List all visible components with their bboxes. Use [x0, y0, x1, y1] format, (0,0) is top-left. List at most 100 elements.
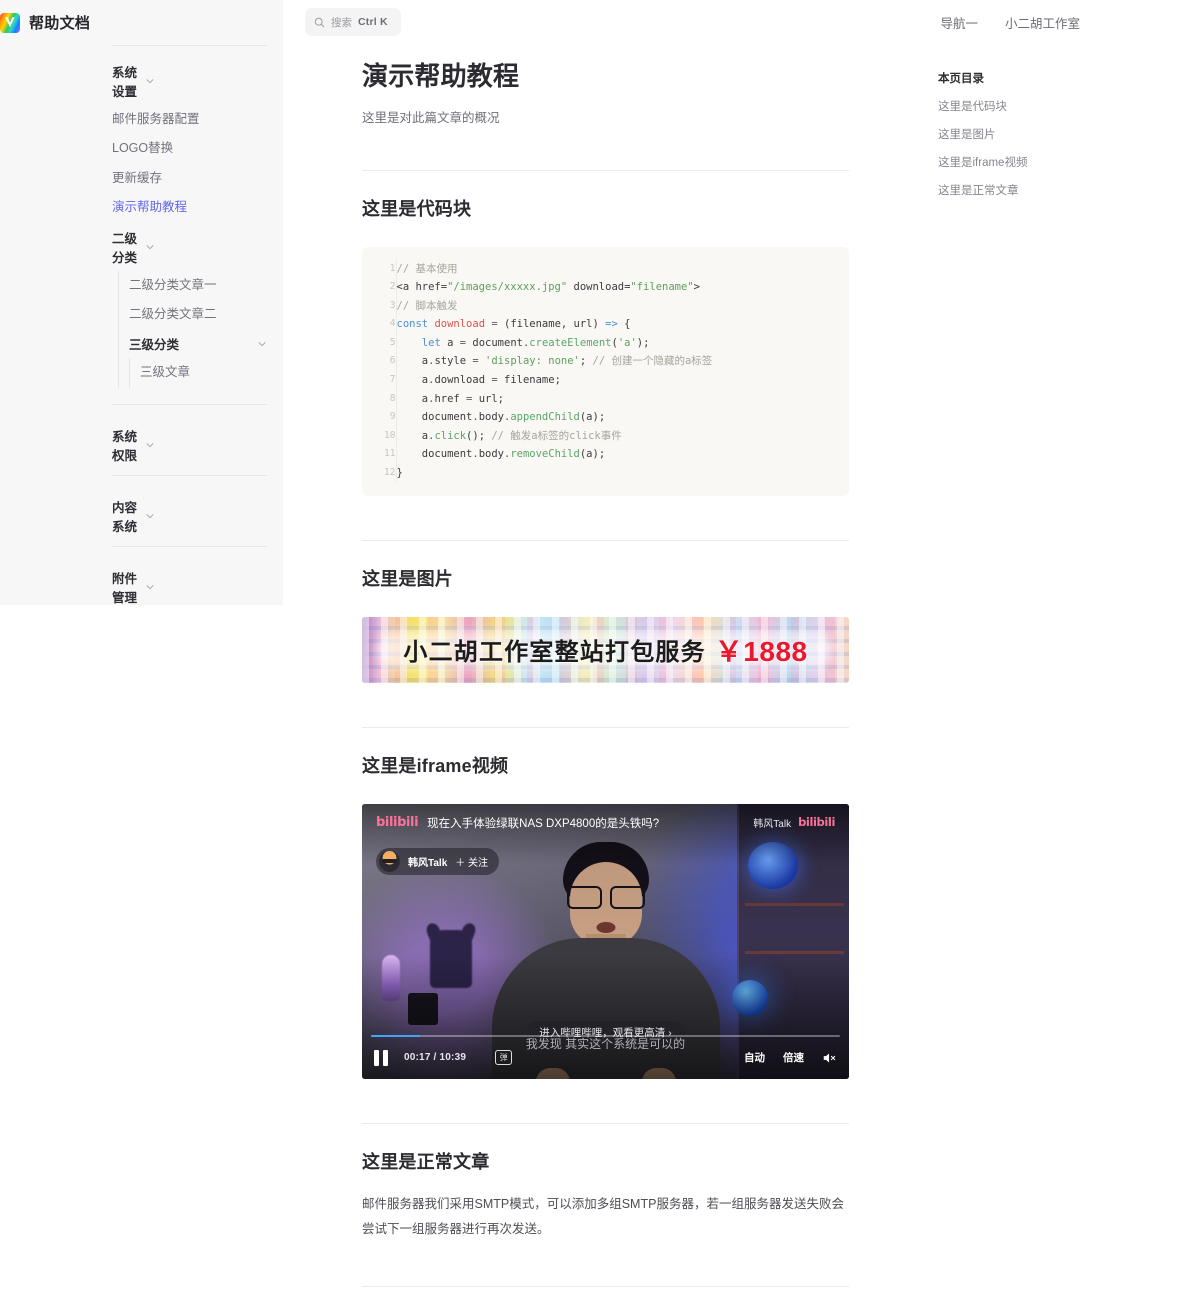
code-line-content: } — [396, 467, 403, 480]
code-line-content: const download = (filename, url) => { — [396, 318, 631, 331]
video-quality-auto-button[interactable]: 自动 — [744, 1050, 765, 1065]
nav-group-header-system-permissions[interactable]: 系统权限 — [0, 415, 283, 475]
code-line-content: a.click(); // 触发a标签的click事件 — [396, 429, 622, 442]
nav-group-label: 三级分类 — [129, 338, 180, 353]
video-progress-bar[interactable] — [371, 1034, 840, 1037]
pause-icon[interactable] — [374, 1049, 389, 1066]
bilibili-logo-icon: bilibili — [376, 815, 419, 831]
code-line: 8 a.href = url; — [362, 389, 849, 409]
chevron-down-icon[interactable] — [145, 242, 155, 252]
sidebar-item-update-cache[interactable]: 更新缓存 — [0, 164, 283, 193]
sidebar-item-level2-article-2[interactable]: 二级分类文章二 — [119, 300, 283, 329]
code-line: 12 } — [362, 464, 849, 483]
code-line-content: // 脚本触发 — [396, 299, 458, 312]
search-icon — [314, 17, 325, 28]
sidebar-item-logo-replace[interactable]: LOGO替换 — [0, 134, 283, 163]
code-line-number: 2 — [362, 278, 397, 297]
chevron-down-icon[interactable] — [145, 76, 155, 86]
code-line: 4 const download = (filename, url) => { — [362, 315, 849, 334]
code-line-number: 1 — [362, 259, 397, 279]
toc-item-code[interactable]: 这里是代码块 — [938, 98, 1128, 114]
code-line-number: 6 — [362, 352, 397, 372]
code-line: 11 document.body.removeChild(a); — [362, 445, 849, 465]
sidebar-nav: 系统设置 邮件服务器配置 LOGO替换 更新缓存 演示帮助教程 二级分类 二级分… — [0, 46, 283, 617]
chevron-down-icon[interactable] — [145, 440, 155, 450]
section-divider-1 — [362, 169, 849, 171]
toc-heading: 本页目录 — [938, 73, 984, 85]
code-line: 10 a.click(); // 触发a标签的click事件 — [362, 426, 849, 446]
nav-sublist-level2: 二级分类文章一 二级分类文章二 三级分类 三级文章 — [118, 270, 283, 388]
sidebar-divider-2 — [112, 474, 267, 476]
nav-group-header-content-system[interactable]: 内容系统 — [0, 486, 283, 546]
code-line-number: 7 — [362, 371, 397, 390]
follow-button[interactable]: ＋ 关注 — [455, 854, 488, 869]
code-line-number: 8 — [362, 389, 397, 409]
code-line-content: a.download = filename; — [396, 374, 561, 387]
chevron-down-icon[interactable] — [257, 339, 267, 349]
code-line-number: 3 — [362, 296, 397, 316]
code-line-number: 11 — [362, 445, 397, 465]
banner-text: 小二胡工作室整站打包服务 ￥1888 — [362, 617, 849, 683]
sidebar-item-demo-help-tutorial[interactable]: 演示帮助教程 — [0, 193, 283, 222]
brand[interactable]: 帮助文档 — [0, 0, 283, 45]
code-block: 1 // 基本使用 2 <a href="/images/xxxxx.jpg" … — [362, 246, 849, 496]
rainbow-v-logo-icon — [0, 12, 20, 33]
article-paragraph: 邮件服务器我们采用SMTP模式，可以添加多组SMTP服务器，若一组服务器发送失败… — [362, 1196, 844, 1236]
search-placeholder: 搜索 — [331, 16, 352, 29]
brand-title: 帮助文档 — [29, 15, 91, 32]
volume-mute-icon[interactable] — [822, 1051, 837, 1065]
page-description: 这里是对此篇文章的概况 — [362, 110, 500, 125]
toc-item-image[interactable]: 这里是图片 — [938, 126, 1128, 142]
nav-group-label: 附件管理 — [112, 571, 138, 605]
code-line: 6 a.style = 'display: none'; // 创建一个隐藏的a… — [362, 352, 849, 372]
banner-price: ￥1888 — [714, 635, 808, 667]
sidebar-item-mail-server-config[interactable]: 邮件服务器配置 — [0, 105, 283, 134]
nav-group-header-attachment-management[interactable]: 附件管理 — [0, 557, 283, 617]
top-nav-item-nav1[interactable]: 导航一 — [940, 13, 978, 32]
table-of-contents: 本页目录 这里是代码块 这里是图片 这里是iframe视频 这里是正常文章 — [938, 70, 1128, 198]
code-table: 1 // 基本使用 2 <a href="/images/xxxxx.jpg" … — [362, 259, 849, 483]
video-header: bilibili 现在入手体验绿联NAS DXP4800的是头铁吗? 韩风Tal… — [362, 804, 849, 831]
nav-group-header-system-settings[interactable]: 系统设置 — [0, 57, 283, 105]
nav-block-content-system: 内容系统 — [0, 486, 283, 546]
nav-group-label: 二级分类 — [112, 231, 138, 265]
section-divider-4 — [362, 1122, 849, 1124]
section-heading-code: 这里是代码块 — [362, 198, 472, 219]
chevron-down-icon[interactable] — [145, 582, 155, 592]
code-line-number: 5 — [362, 333, 397, 353]
sidebar-divider-1 — [112, 403, 267, 405]
article-content: 演示帮助教程 这里是对此篇文章的概况 这里是代码块 1 // 基本使用 2 <a… — [362, 0, 849, 1291]
section-heading-image: 这里是图片 — [362, 568, 453, 589]
danmaku-icon[interactable] — [495, 1050, 513, 1066]
code-line: 2 <a href="/images/xxxxx.jpg" download="… — [362, 278, 849, 297]
promo-banner-image: 小二胡工作室整站打包服务 ￥1888 — [362, 616, 849, 683]
nav-group-header-level3-category[interactable]: 三级分类 — [119, 329, 283, 358]
video-corner-uploader: 韩风Talk — [753, 818, 792, 830]
section-divider-3 — [362, 726, 849, 728]
toc-item-text[interactable]: 这里是正常文章 — [938, 182, 1128, 198]
section-heading-text: 这里是正常文章 — [362, 1151, 490, 1172]
section-divider-5 — [362, 1285, 849, 1287]
video-controls: 00:17 / 10:39 自动 倍速 — [362, 1045, 849, 1071]
nav-group-label: 系统设置 — [112, 66, 138, 99]
chevron-down-icon[interactable] — [145, 511, 155, 521]
code-line-number: 10 — [362, 426, 397, 446]
sidebar-item-level2-article-1[interactable]: 二级分类文章一 — [119, 271, 283, 300]
top-nav-item-studio[interactable]: 小二胡工作室 — [1005, 13, 1080, 32]
section-divider-2 — [362, 539, 849, 541]
iframe-video-player[interactable]: bilibili 现在入手体验绿联NAS DXP4800的是头铁吗? 韩风Tal… — [362, 803, 849, 1079]
video-uploader-bar[interactable]: 韩风Talk ＋ 关注 — [376, 847, 500, 875]
code-line: 7 a.download = filename; — [362, 371, 849, 390]
sidebar-item-level3-article[interactable]: 三级文章 — [130, 358, 283, 387]
video-progress-fill — [371, 1034, 421, 1037]
video-title: 现在入手体验绿联NAS DXP4800的是头铁吗? — [427, 817, 660, 830]
toc-item-video[interactable]: 这里是iframe视频 — [938, 154, 1128, 170]
avatar — [379, 850, 400, 872]
sidebar-divider-3 — [112, 545, 267, 547]
nav-group-header-level2-category[interactable]: 二级分类 — [0, 223, 283, 271]
video-speed-button[interactable]: 倍速 — [783, 1050, 804, 1065]
code-line: 9 document.body.appendChild(a); — [362, 408, 849, 427]
code-line: 1 // 基本使用 — [362, 259, 849, 279]
video-uploader-name: 韩风Talk — [408, 857, 448, 869]
code-line-content: document.body.removeChild(a); — [396, 448, 606, 461]
